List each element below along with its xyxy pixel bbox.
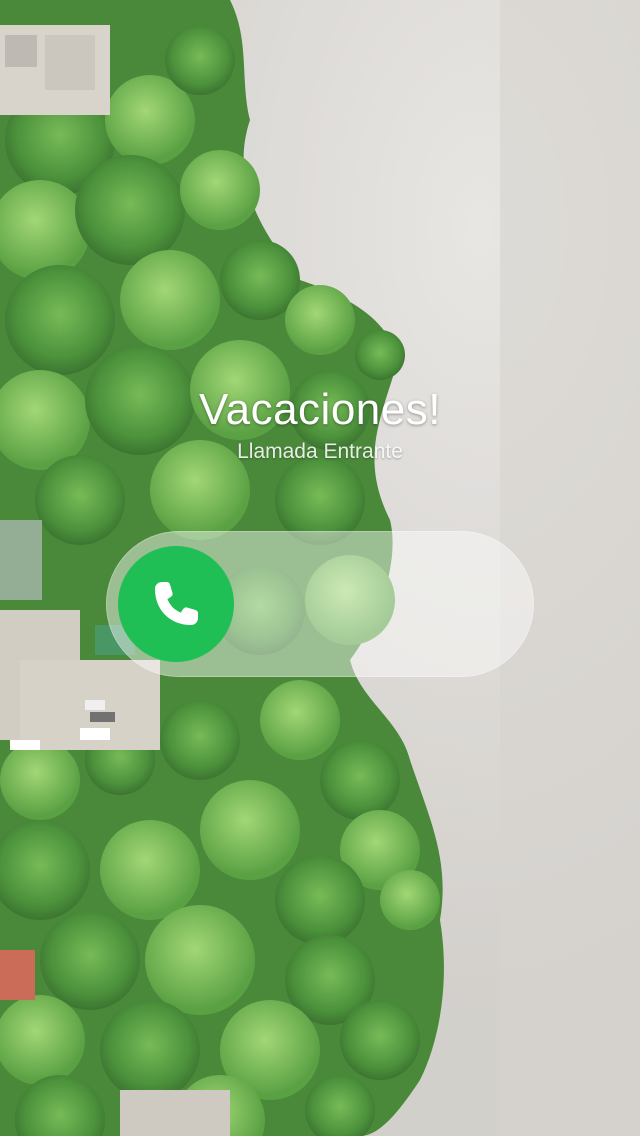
answer-call-button[interactable] — [118, 546, 234, 662]
call-status: Llamada Entrante — [237, 440, 403, 463]
caller-info: Vacaciones! Llamada Entrante — [0, 380, 640, 466]
slide-to-answer-track[interactable] — [106, 531, 534, 677]
caller-name: Vacaciones! — [199, 385, 441, 434]
phone-icon — [155, 582, 198, 625]
